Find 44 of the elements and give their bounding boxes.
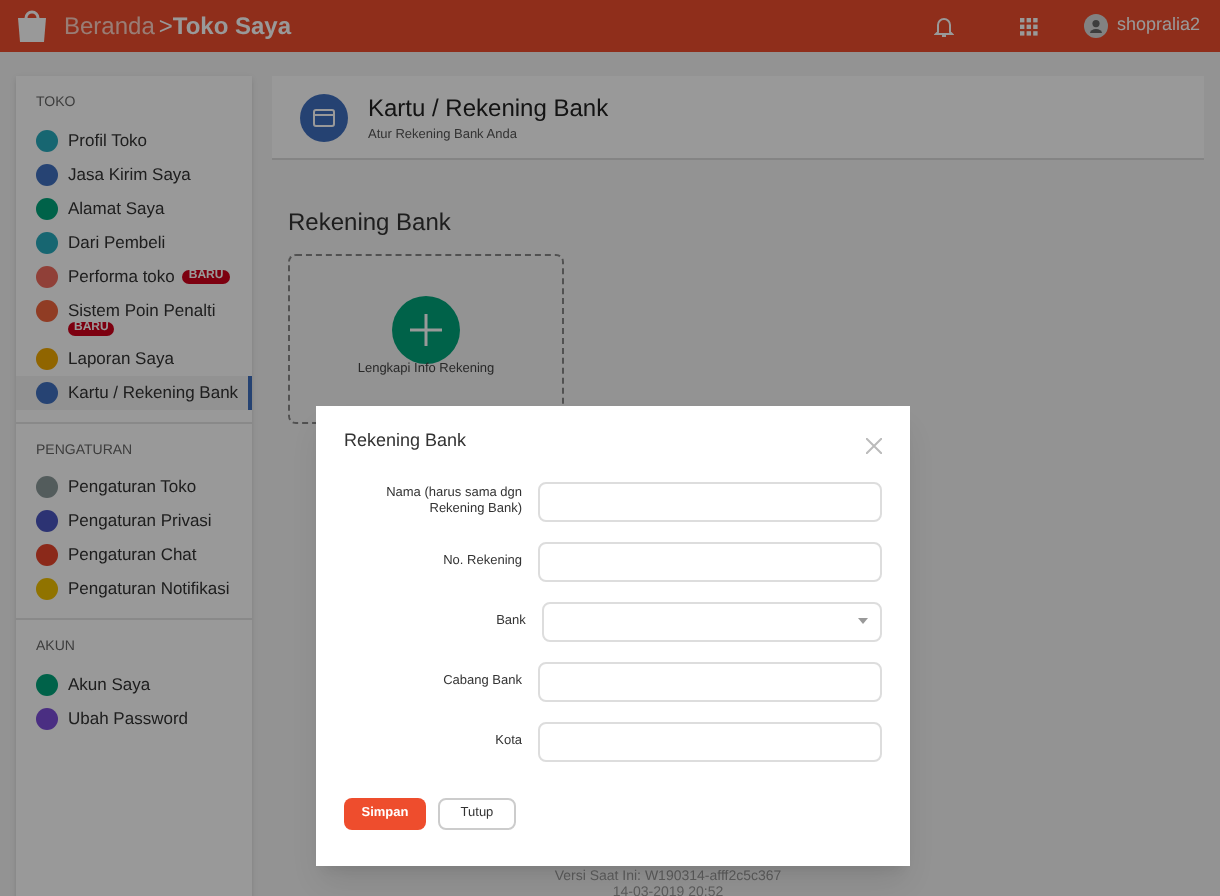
menu-label: Pengaturan Privasi xyxy=(68,510,212,532)
sidebar-item[interactable]: Ubah Password xyxy=(16,701,252,735)
text-field[interactable] xyxy=(538,661,882,701)
menu-label: Sistem Poin Penalti xyxy=(68,299,216,321)
sidebar-item[interactable]: Dari Pembeli xyxy=(16,225,252,259)
dropdown-caret-icon xyxy=(858,618,868,624)
text-field[interactable] xyxy=(538,541,882,581)
page-title: Kartu / Rekening Bank xyxy=(368,91,609,126)
sidebar-item[interactable]: Profil Toko xyxy=(16,123,252,157)
text-field[interactable] xyxy=(538,721,882,761)
menu-label: Jasa Kirim Saya xyxy=(68,163,191,185)
menu-label: Ubah Password xyxy=(68,707,189,729)
sidebar-item[interactable]: Pengaturan Privasi xyxy=(16,504,252,538)
close-icon[interactable] xyxy=(866,438,882,454)
dialog-title: Rekening Bank xyxy=(344,428,467,454)
sidebar-item[interactable]: Pengaturan Notifikasi xyxy=(16,572,252,606)
menu-label: Akun Saya xyxy=(68,673,151,695)
shopping-bag-icon xyxy=(16,8,48,44)
sidebar-item[interactable]: Pengaturan Chat xyxy=(16,538,252,572)
menu-label: Kartu / Rekening Bank xyxy=(68,381,239,403)
sidebar-item[interactable]: Akun Saya xyxy=(16,667,252,701)
breadcrumb-current: Toko Saya xyxy=(172,10,292,44)
menu-label: Alamat Saya xyxy=(68,197,165,219)
menu-label: Pengaturan Toko xyxy=(68,476,197,498)
sidebar-item[interactable]: Jasa Kirim Saya xyxy=(16,157,252,191)
menu-label: Performa toko xyxy=(68,265,175,287)
menu-label: Profil Toko xyxy=(68,129,148,151)
menu-label: Laporan Saya xyxy=(68,347,174,369)
section-title: Rekening Bank xyxy=(288,206,453,240)
sidebar-item[interactable]: Kartu / Rekening Bank xyxy=(16,375,252,409)
text-field[interactable] xyxy=(538,481,882,521)
bell-icon[interactable] xyxy=(934,15,955,37)
menu-label: Pengaturan Chat xyxy=(68,544,197,566)
menu-label: Pengaturan Notifikasi xyxy=(68,578,230,600)
plus-icon xyxy=(392,296,460,364)
sidebar-item[interactable]: Alamat Saya xyxy=(16,191,252,225)
avatar-icon[interactable] xyxy=(1084,14,1109,38)
bank-select[interactable] xyxy=(541,601,882,641)
card-icon xyxy=(300,93,348,141)
sidebar-item[interactable]: Pengaturan Toko xyxy=(16,470,252,504)
sidebar-item[interactable]: Laporan Saya xyxy=(16,341,252,375)
breadcrumb-separator: > xyxy=(158,10,173,44)
menu-label: Dari Pembeli xyxy=(68,231,166,253)
grid-icon[interactable] xyxy=(1020,17,1039,35)
